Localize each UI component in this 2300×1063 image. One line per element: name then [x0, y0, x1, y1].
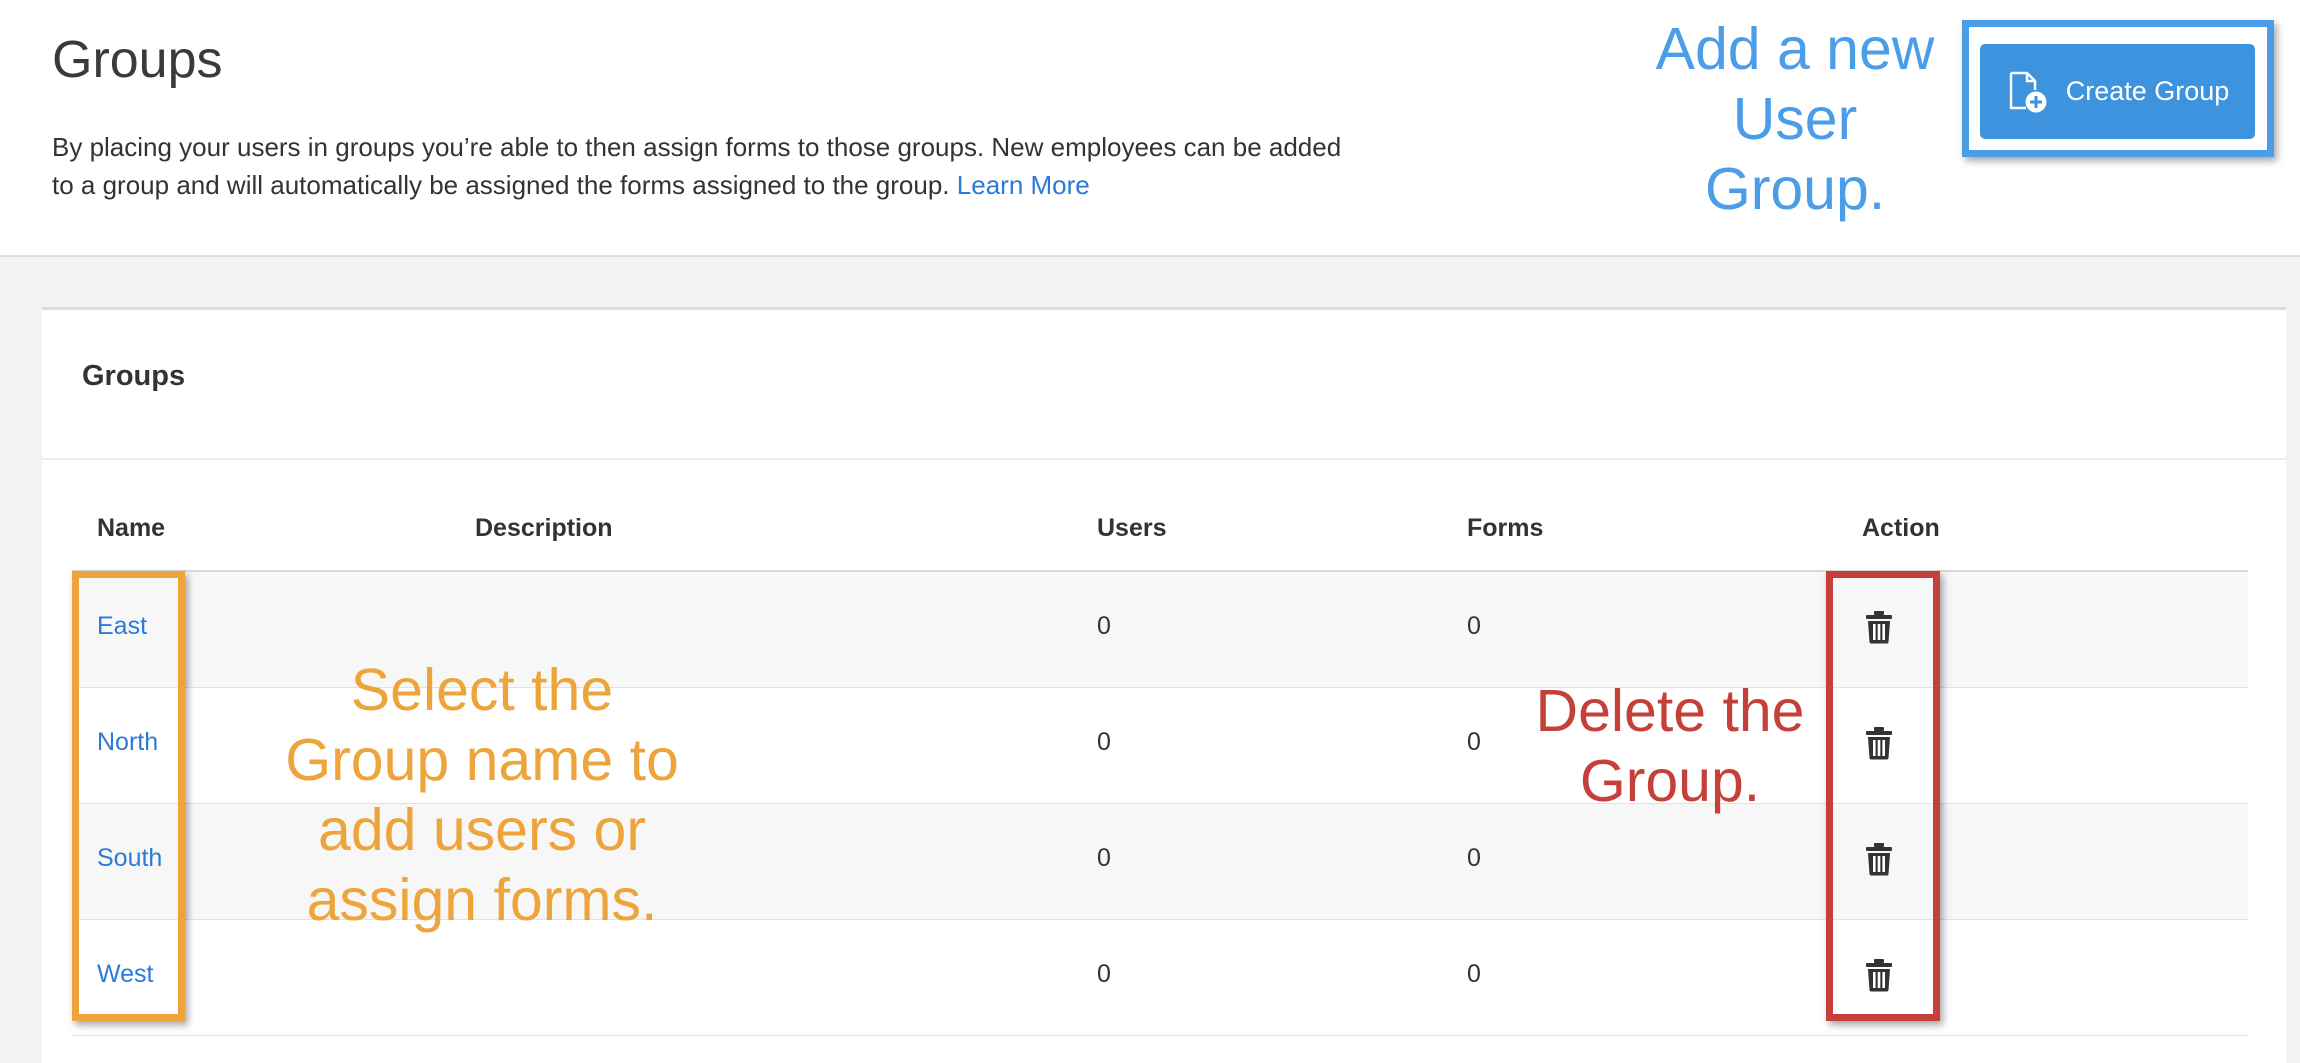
callout-line: Add a new [1655, 16, 1935, 82]
learn-more-link[interactable]: Learn More [957, 170, 1090, 200]
callout-line: add users or [318, 797, 646, 863]
column-header-description: Description [475, 514, 613, 542]
panel-title: Groups [82, 360, 186, 392]
callout-line: User [1732, 86, 1858, 152]
page-description: By placing your users in groups you’re a… [52, 128, 1352, 204]
column-header-name: Name [97, 514, 166, 542]
page-title: Groups [52, 31, 223, 89]
group-users-count: 0 [1097, 728, 1111, 756]
group-forms-count: 0 [1467, 844, 1481, 872]
page-header: Groups By placing your users in groups y… [0, 0, 2300, 257]
group-forms-count: 0 [1467, 728, 1481, 756]
callout-line: Group. [1704, 156, 1886, 222]
panel-divider [42, 458, 2286, 460]
group-users-count: 0 [1097, 844, 1111, 872]
group-users-count: 0 [1097, 960, 1111, 988]
callout-line: Select the [350, 657, 614, 723]
create-group-callout: Add a new User Group. [1640, 14, 1950, 224]
delete-action-highlight [1826, 571, 1940, 1021]
delete-group-callout: Delete the Group. [1515, 676, 1825, 816]
column-header-action: Action [1862, 514, 1940, 542]
group-forms-count: 0 [1467, 612, 1481, 640]
column-header-forms: Forms [1467, 514, 1544, 542]
group-name-highlight [72, 571, 185, 1021]
callout-line: Delete the [1535, 678, 1805, 744]
callout-line: Group name to [285, 727, 679, 793]
callout-line: assign forms. [306, 867, 658, 933]
create-group-highlight [1962, 20, 2274, 157]
group-forms-count: 0 [1467, 960, 1481, 988]
table-header: Name Description Users Forms Action [72, 498, 2248, 572]
group-users-count: 0 [1097, 612, 1111, 640]
callout-line: Group. [1579, 748, 1761, 814]
column-header-users: Users [1097, 514, 1167, 542]
description-text: By placing your users in groups you’re a… [52, 132, 1342, 200]
select-group-callout: Select the Group name to add users or as… [262, 655, 702, 935]
